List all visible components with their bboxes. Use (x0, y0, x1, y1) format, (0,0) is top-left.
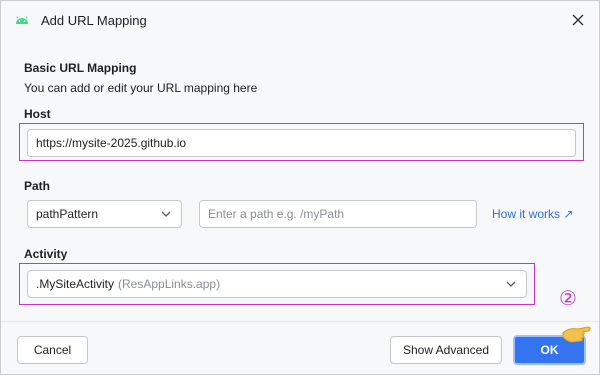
host-value: https://mysite-2025.github.io (36, 136, 187, 150)
path-type-dropdown[interactable]: pathPattern (27, 200, 182, 228)
dialog-title: Add URL Mapping (41, 13, 147, 28)
activity-detail: (ResAppLinks.app) (118, 277, 221, 291)
cancel-button[interactable]: Cancel (17, 336, 88, 364)
activity-name: .MySiteActivity (36, 277, 115, 291)
android-icon (16, 16, 28, 24)
show-advanced-button[interactable]: Show Advanced (390, 336, 502, 364)
add-url-mapping-dialog: Add URL Mapping Basic URL Mapping You ca… (0, 0, 600, 375)
path-label: Path (24, 179, 51, 193)
activity-label: Activity (24, 247, 68, 261)
how-it-works-label: How it works ↗ (492, 207, 574, 221)
footer-divider (1, 321, 599, 322)
step-badge: ② (559, 287, 577, 310)
chevron-down-icon (506, 281, 516, 287)
ok-label: OK (540, 343, 559, 357)
path-input[interactable]: Enter a path e.g. /myPath (199, 200, 477, 228)
activity-dropdown[interactable]: .MySiteActivity (ResAppLinks.app) (27, 270, 527, 298)
title-bar: Add URL Mapping (1, 1, 599, 39)
section-title: Basic URL Mapping (24, 61, 137, 75)
close-icon (572, 14, 584, 26)
cancel-label: Cancel (33, 343, 72, 357)
path-placeholder: Enter a path e.g. /myPath (208, 207, 345, 221)
pointing-hand-icon (562, 326, 591, 343)
section-description: You can add or edit your URL mapping her… (24, 81, 258, 95)
host-label: Host (24, 107, 51, 121)
show-advanced-label: Show Advanced (402, 343, 490, 357)
close-button[interactable] (567, 9, 589, 31)
host-input[interactable]: https://mysite-2025.github.io (27, 129, 576, 157)
path-type-value: pathPattern (36, 207, 99, 221)
chevron-down-icon (161, 211, 171, 217)
how-it-works-link[interactable]: How it works ↗ (492, 207, 573, 221)
